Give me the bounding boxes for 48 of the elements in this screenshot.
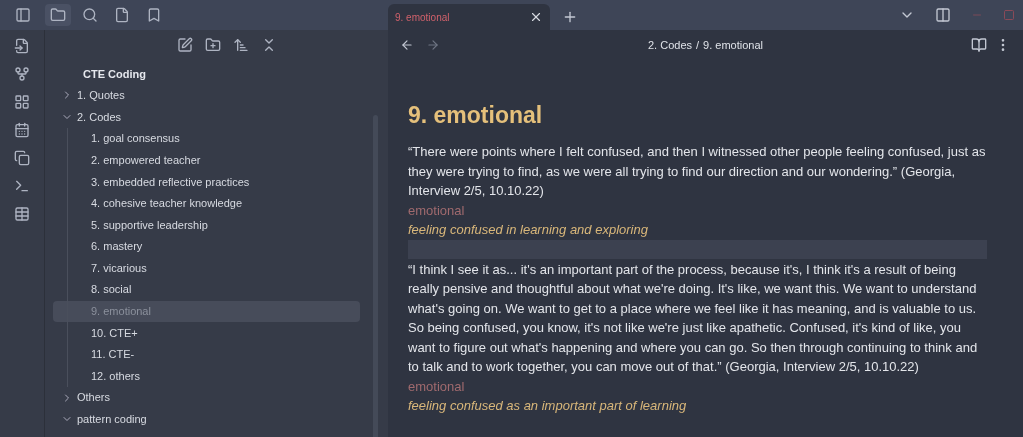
grid-icon[interactable] [14,94,30,110]
table-icon[interactable] [14,206,30,222]
summary-text: feeling confused in learning and exploring [408,220,649,239]
tree-item[interactable]: 10. CTE+ [53,322,360,344]
tree-item[interactable]: 8. social [53,278,360,301]
breadcrumb-link[interactable]: 2. Codes [648,36,692,54]
vault-name: CTE Coding [82,66,147,82]
tree-item[interactable]: 1. Quotes [53,84,360,107]
copy-icon[interactable] [14,150,30,166]
back-icon[interactable] [400,38,414,52]
tree-item[interactable]: 6. mastery [53,235,360,258]
breadcrumb-current[interactable]: 9. emotional [703,36,763,54]
close-icon[interactable] [529,10,543,24]
tree-item[interactable]: pattern coding [53,408,360,431]
forward-icon[interactable] [426,38,440,52]
bookmark-icon [146,7,162,23]
new-folder-icon[interactable] [204,37,221,53]
sidebar-tab[interactable] [45,4,71,26]
tree-item[interactable]: 12. others [53,365,360,387]
tag-text: emotional [408,377,466,396]
tree-item[interactable]: 5. supportive leadership [53,214,360,236]
tree-item[interactable]: 7. vicarious [53,257,360,279]
sidebar-toggle-icon[interactable] [14,7,31,23]
tree-item[interactable]: 4. cohesive teacher knowledge [53,192,360,215]
new-note-icon[interactable] [176,37,193,53]
folder-icon [50,7,66,23]
quote-paragraph: “There were points where I felt confused, and then I witnessed other people feeling confused, just as they were trying to find, as we were all trying to find our direction and our wondering.” (Georgia, Interview 2/5, 10.10.22) [408,143,987,200]
reading-view-icon[interactable] [971,37,987,53]
tree-item[interactable]: 2. empowered teacher [53,149,360,171]
note-title: 9. emotional [408,101,544,130]
tree-item[interactable]: 1. goal consensus [53,127,360,150]
tree-item[interactable]: 11. CTE- [53,343,360,366]
file-icon[interactable] [14,38,30,54]
search-icon [82,7,98,23]
summary-text: feeling confused as an important part of learning [408,396,688,415]
new-tab-icon[interactable] [562,9,578,25]
graph-icon[interactable] [14,66,30,82]
file-icon [114,7,130,23]
tag-text: emotional [408,201,466,220]
tree-item[interactable]: 2. Codes [53,106,360,128]
calendar-icon[interactable] [14,122,30,138]
quote-paragraph: “I think I see it as... it's an important part of the process, because it's, I think it's a result of being really pensive and thoughtful about what we're doing. It's like, we want this. We want to understand what's going on. We want to get to a place where we feel like it has meaning, and is valuable to us. So being confused, you know, it's not like we're just like apathetic. Confused, it's kind of like, you want to figure out what's happening and where you can go. So then through continuing to think and to talk and to work together, you can move out of that.” (Georgia, Interview 2/5, 10.10.22) [408,260,979,376]
tree-item[interactable]: 3. embedded reflective practices [53,170,360,193]
split-view-icon[interactable] [935,7,951,23]
breadcrumb-separator: / [696,37,700,53]
terminal-icon[interactable] [14,178,30,194]
tree-item[interactable]: Others [53,386,360,409]
sort-icon[interactable] [232,37,249,53]
